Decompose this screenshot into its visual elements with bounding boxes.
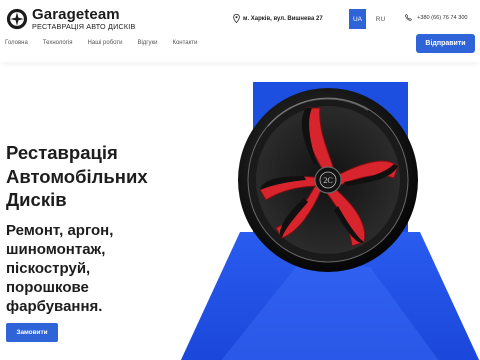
site-header: Garageteam РЕСТАВРАЦІЯ АВТО ДИСКІВ м. Ха… [0,0,480,62]
nav-item-technology[interactable]: Технологія [43,40,73,46]
nav-item-home[interactable]: Головна [5,40,28,46]
phone[interactable]: +380 (66) 76 74 300 [405,14,468,21]
hero-headline-line: Дисків [6,189,67,210]
hero-subline-line: піскоструй, [6,260,91,277]
nav-item-our-works[interactable]: Наші роботи [88,40,123,46]
hero-subline-line: шиномонтаж, [6,241,106,258]
nav-item-contacts[interactable]: Контакти [172,40,197,46]
location-pin-icon [233,14,240,23]
nav-item-reviews[interactable]: Відгуки [137,40,157,46]
wheel-logo-icon [6,8,28,30]
order-button[interactable]: Замовити [6,323,58,342]
hero-subline-line: фарбування. [6,298,103,315]
hero-wheel-image: 2C [180,82,480,360]
address-text: м. Харків, вул. Вишнева 27 [243,15,323,22]
main-nav: Головна Технологія Наші роботи Відгуки К… [5,40,212,46]
hero-subline: Ремонт, аргон, шиномонтаж, піскоструй, п… [6,221,113,316]
brand-name: Garageteam [32,6,120,23]
phone-icon [405,14,412,21]
brand-tagline: РЕСТАВРАЦІЯ АВТО ДИСКІВ [32,22,136,31]
hero-subline-line: Ремонт, аргон, [6,222,114,239]
hero-subline-line: порошкове [6,279,89,296]
hero-headline-line: Реставрація [6,142,118,163]
hero-headline-line: Автомобільних [6,165,148,187]
logo-text: Garageteam РЕСТАВРАЦІЯ АВТО ДИСКІВ [32,7,135,31]
address: м. Харків, вул. Вишнева 27 [233,14,323,23]
logo[interactable]: Garageteam РЕСТАВРАЦІЯ АВТО ДИСКІВ [6,7,135,31]
lang-ru-button[interactable]: RU [372,9,389,29]
hero-headline: Реставрація Автомобільних Дисків [6,141,148,212]
phone-number: +380 (66) 76 74 300 [417,14,468,21]
send-button[interactable]: Відправити [416,34,475,53]
svg-text:2C: 2C [323,176,332,185]
lang-ua-button[interactable]: UA [349,9,366,29]
